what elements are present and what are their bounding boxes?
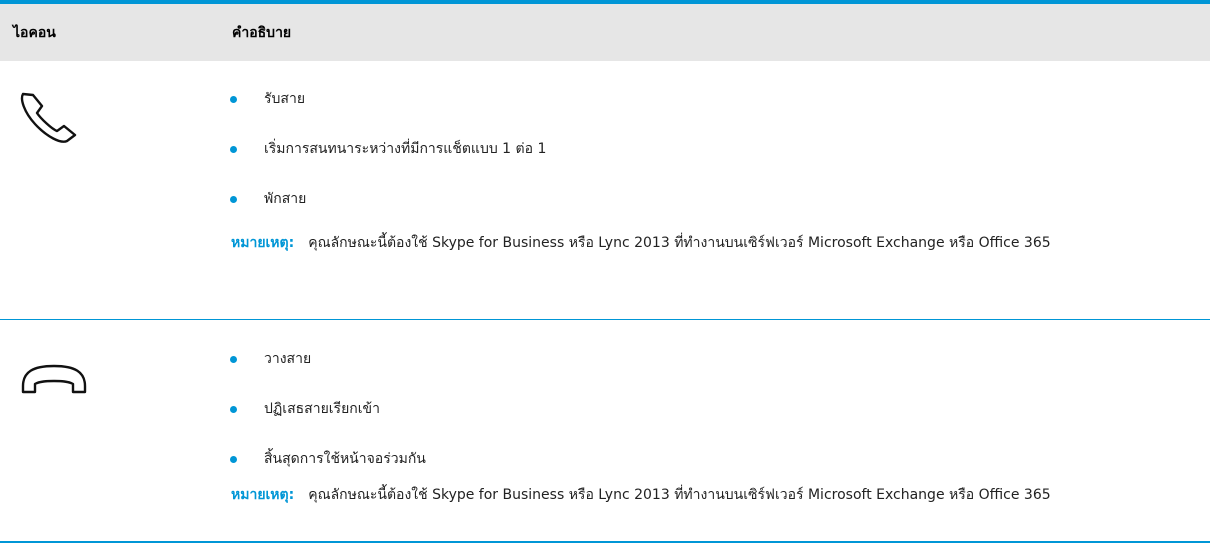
bullet-text: เริ่มการสนทนาระหว่างที่มีการแช็ตแบบ 1 ต่… bbox=[264, 141, 547, 157]
note-label: หมายเหตุ: bbox=[231, 487, 295, 503]
list-item: รับสาย bbox=[230, 89, 305, 109]
bullet-text: พักสาย bbox=[264, 191, 307, 207]
icon-description-table: ไอคอน คำอธิบาย รับสาย เริ่มการสนทนาระหว่… bbox=[0, 0, 1210, 546]
bullet-text: ปฏิเสธสายเรียกเข้า bbox=[264, 401, 380, 417]
header-description-column: คำอธิบาย bbox=[232, 25, 292, 41]
bullet-dot bbox=[230, 405, 237, 413]
list-item: สิ้นสุดการใช้หน้าจอร่วมกัน bbox=[230, 449, 426, 469]
bullet-dot bbox=[230, 145, 237, 153]
note-paragraph: หมายเหตุ: คุณลักษณะนี้ต้องใช้ Skype for B… bbox=[231, 481, 1196, 509]
list-item: พักสาย bbox=[230, 189, 306, 209]
note-text: คุณลักษณะนี้ต้องใช้ Skype for Business ห… bbox=[308, 487, 1051, 503]
list-item: ปฏิเสธสายเรียกเข้า bbox=[230, 399, 380, 419]
note-label: หมายเหตุ: bbox=[231, 235, 295, 251]
bullet-text: รับสาย bbox=[264, 91, 306, 107]
bullet-dot bbox=[230, 95, 237, 103]
bullet-text: สิ้นสุดการใช้หน้าจอร่วมกัน bbox=[264, 451, 426, 467]
table-bottom-rule bbox=[0, 541, 1210, 543]
header-icon-column: ไอคอน bbox=[13, 25, 56, 41]
bullet-dot bbox=[230, 195, 237, 203]
list-item: วางสาย bbox=[230, 349, 311, 369]
phone-answer-icon bbox=[19, 82, 101, 146]
phone-hangup-icon bbox=[19, 362, 89, 398]
bullet-dot bbox=[230, 355, 237, 363]
row-divider bbox=[0, 319, 1210, 320]
note-text: คุณลักษณะนี้ต้องใช้ Skype for Business ห… bbox=[308, 235, 1051, 251]
table-header-row: ไอคอน คำอธิบาย bbox=[0, 4, 1210, 61]
list-item: เริ่มการสนทนาระหว่างที่มีการแช็ตแบบ 1 ต่… bbox=[230, 139, 546, 159]
note-paragraph: หมายเหตุ: คุณลักษณะนี้ต้องใช้ Skype for B… bbox=[231, 229, 1196, 257]
bullet-dot bbox=[230, 455, 237, 463]
bullet-text: วางสาย bbox=[264, 351, 312, 367]
